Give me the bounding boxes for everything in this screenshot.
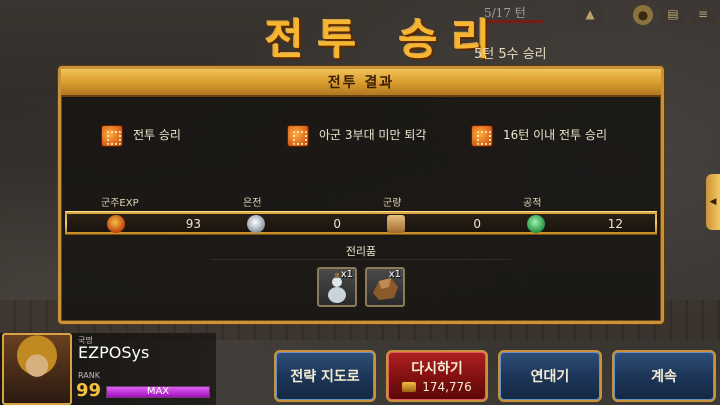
grain-sack-icon xyxy=(387,215,405,233)
loot-count: x1 xyxy=(340,269,353,280)
loot-item-ore[interactable]: x1 xyxy=(365,267,405,307)
loot-title: 전리품 xyxy=(345,245,377,258)
continue-button[interactable]: 계속 xyxy=(612,350,716,402)
player-card: 국명 EZPOSys RANK 99 MAX xyxy=(0,333,216,405)
continue-label: 계속 xyxy=(651,369,677,385)
exp-text: MAX xyxy=(146,386,170,397)
rations-value: 0 xyxy=(473,217,481,231)
lord-exp-value: 93 xyxy=(185,217,201,231)
loot-divider xyxy=(211,259,511,260)
rations-label: 군량 xyxy=(383,198,402,209)
merit-label: 공적 xyxy=(523,198,542,209)
rank-value: 99 xyxy=(76,380,102,401)
lord-exp-label: 군주EXP xyxy=(101,198,139,209)
loot-count: x1 xyxy=(388,269,401,280)
victory-subtitle: 5턴 5수 승리 xyxy=(474,47,547,62)
stamp-icon xyxy=(471,125,493,147)
retry-button[interactable]: 다시하기 174,776 xyxy=(386,350,488,402)
objective-text: 16턴 이내 전투 승리 xyxy=(503,128,607,142)
strategy-map-button[interactable]: 전략 지도로 xyxy=(274,350,376,402)
gold-icon xyxy=(402,382,417,392)
strategy-map-label: 전략 지도로 xyxy=(290,369,360,385)
chronicle-button[interactable]: 연대기 xyxy=(498,350,602,402)
panel-header-title: 전투 결과 xyxy=(327,75,395,91)
chevron-left-icon: ◀ xyxy=(709,197,717,207)
objective-item: 아군 3부대 미만 퇴각 xyxy=(287,125,467,147)
rank-label: RANK xyxy=(78,371,100,380)
jade-icon xyxy=(527,215,545,233)
panel-header: 전투 결과 xyxy=(61,69,661,97)
hat-icon[interactable]: ▲ xyxy=(577,4,603,24)
player-name: EZPOSys xyxy=(78,343,150,362)
silver-coin-icon xyxy=(247,215,265,233)
objective-text: 아군 3부대 미만 퇴각 xyxy=(319,128,427,142)
side-panel-toggle[interactable]: ◀ xyxy=(706,174,720,230)
battle-victory-title: 전투 승리 xyxy=(265,15,505,64)
loot-item-gourd[interactable]: x1 xyxy=(317,267,357,307)
objective-text: 전투 승리 xyxy=(133,128,181,142)
exp-bar: MAX xyxy=(106,386,210,398)
objective-item: 전투 승리 xyxy=(101,125,181,147)
chronicle-label: 연대기 xyxy=(530,369,570,385)
battle-result-panel: 전투 결과 전투 승리 아군 3부대 미만 퇴각 16턴 이내 전투 승리 군주… xyxy=(58,66,664,324)
resource-labels: 군주EXP 은전 군량 공적 xyxy=(61,194,661,209)
silver-label: 은전 xyxy=(243,198,262,209)
retry-cost: 174,776 xyxy=(402,380,472,394)
objective-item: 16턴 이내 전투 승리 xyxy=(471,125,607,147)
retry-cost-value: 174,776 xyxy=(422,380,472,394)
stamp-icon xyxy=(287,125,309,147)
merit-value: 12 xyxy=(607,217,623,231)
menu-icon[interactable]: ≡ xyxy=(690,4,716,24)
lord-portrait[interactable] xyxy=(2,333,72,405)
retry-label: 다시하기 xyxy=(411,361,463,377)
stamp-icon xyxy=(101,125,123,147)
helmet-icon xyxy=(107,215,125,233)
coin-icon[interactable]: ● xyxy=(633,5,653,25)
scroll-icon[interactable]: ▤ xyxy=(660,4,686,24)
resource-bar: 93 0 0 12 xyxy=(65,211,657,235)
silver-value: 0 xyxy=(333,217,341,231)
